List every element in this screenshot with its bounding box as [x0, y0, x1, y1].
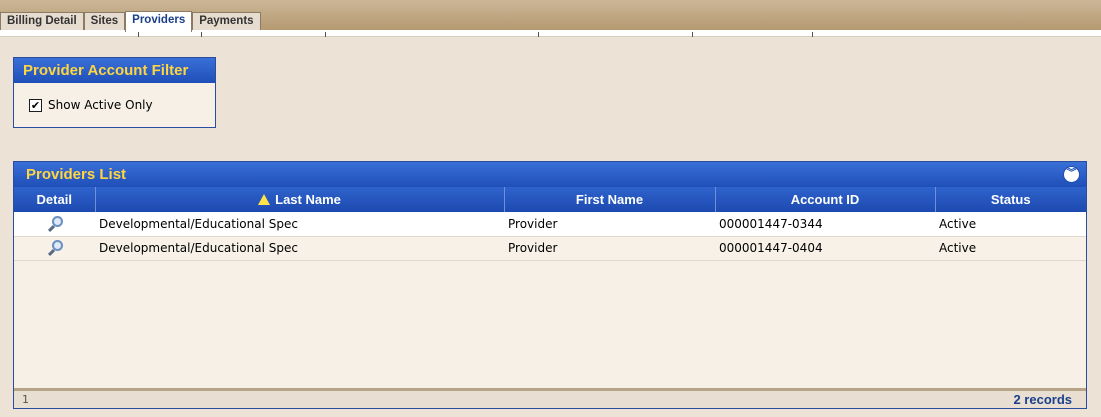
- collapse-chevron-icon[interactable]: ︾: [1063, 166, 1080, 183]
- table-row[interactable]: Developmental/Educational Spec Provider …: [14, 236, 1086, 261]
- first-name-cell: Provider: [504, 236, 715, 261]
- account-id-cell: 000001447-0404: [715, 236, 935, 261]
- column-header-account-id[interactable]: Account ID: [715, 187, 936, 212]
- divider: [201, 32, 202, 37]
- table-row[interactable]: Developmental/Educational Spec Provider …: [14, 212, 1086, 237]
- providers-list-header: Providers List ︾: [14, 162, 1086, 187]
- first-name-cell: Provider: [504, 212, 715, 237]
- status-cell: Active: [935, 212, 1086, 237]
- magnifier-icon[interactable]: [46, 239, 64, 257]
- tab-strip: Billing Detail Sites Providers Payments: [0, 11, 261, 32]
- divider: [538, 32, 539, 37]
- detail-cell[interactable]: [14, 236, 95, 261]
- last-name-cell: Developmental/Educational Spec: [95, 236, 504, 261]
- show-active-only-row[interactable]: ✔ Show Active Only: [29, 98, 153, 112]
- filter-panel-title: Provider Account Filter: [14, 58, 215, 83]
- providers-list-title: Providers List: [26, 166, 127, 183]
- column-header-status[interactable]: Status: [935, 187, 1086, 212]
- show-active-only-label: Show Active Only: [48, 98, 153, 112]
- list-footer: 1 2 records: [14, 388, 1086, 408]
- magnifier-icon[interactable]: [46, 215, 64, 233]
- account-id-cell: 000001447-0344: [715, 212, 935, 237]
- providers-table: Detail Last Name First Name Account ID S…: [14, 187, 1086, 261]
- divider: [692, 32, 693, 37]
- divider: [325, 32, 326, 37]
- providers-list-panel: Providers List ︾ Detail Last Name First …: [13, 161, 1087, 409]
- last-name-header-label: Last Name: [275, 192, 341, 207]
- tab-billing-detail[interactable]: Billing Detail: [0, 12, 84, 31]
- sort-ascending-icon: [258, 194, 271, 205]
- tab-providers[interactable]: Providers: [125, 11, 193, 32]
- tab-sites[interactable]: Sites: [83, 12, 126, 31]
- divider: [138, 32, 139, 37]
- table-header-row: Detail Last Name First Name Account ID S…: [14, 187, 1086, 212]
- show-active-only-checkbox[interactable]: ✔: [29, 98, 42, 112]
- tab-payments[interactable]: Payments: [192, 12, 261, 31]
- column-header-detail: Detail: [14, 187, 96, 212]
- status-cell: Active: [935, 236, 1086, 261]
- detail-cell[interactable]: [14, 212, 95, 237]
- last-name-cell: Developmental/Educational Spec: [95, 212, 504, 237]
- column-header-last-name[interactable]: Last Name: [95, 187, 505, 212]
- divider: [812, 32, 813, 37]
- record-count: 2 records: [1013, 392, 1072, 407]
- column-header-first-name[interactable]: First Name: [504, 187, 716, 212]
- provider-account-filter-panel: Provider Account Filter ✔ Show Active On…: [13, 57, 216, 128]
- page-number[interactable]: 1: [22, 391, 29, 408]
